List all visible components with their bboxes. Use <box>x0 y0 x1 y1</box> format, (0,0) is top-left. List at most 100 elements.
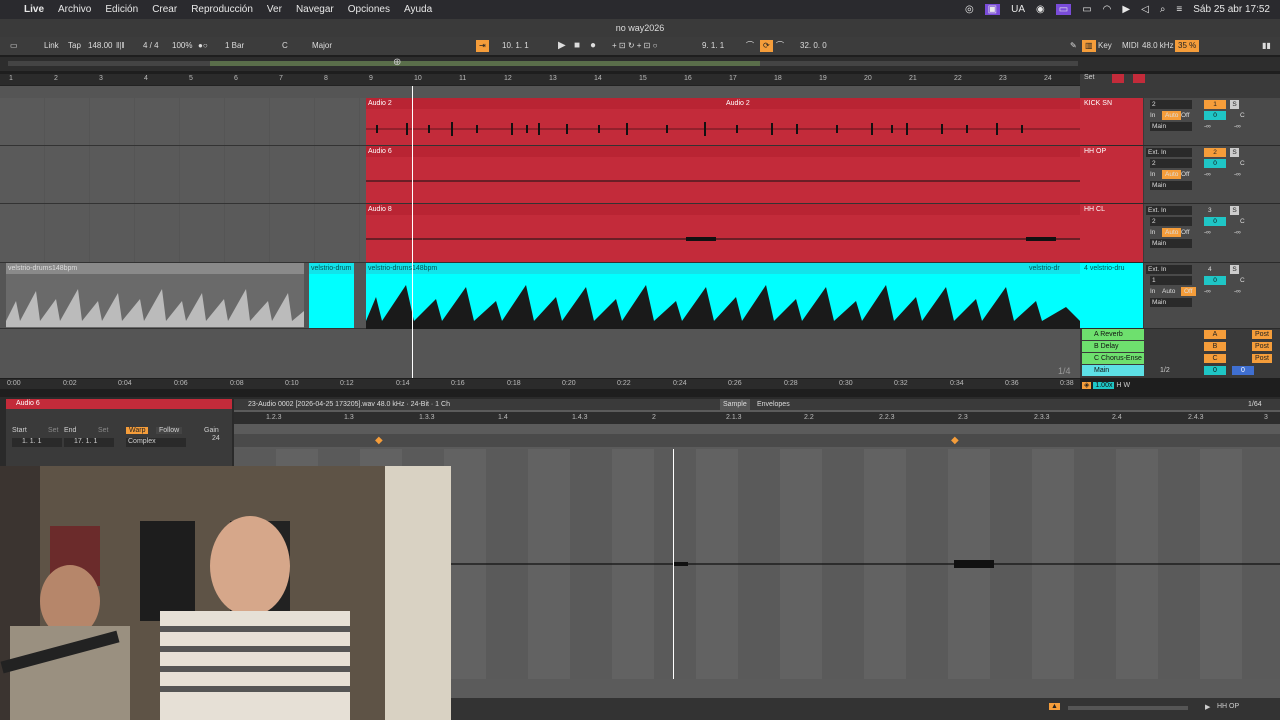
menu-reproduccion[interactable]: Reproducción <box>191 4 253 15</box>
solo-button[interactable]: S <box>1230 265 1239 274</box>
audio-clip[interactable]: Audio 2 Audio 2 <box>366 98 1080 145</box>
output-select[interactable]: Main <box>1150 181 1192 190</box>
stop-button[interactable]: ■ <box>574 40 580 52</box>
monitor-auto[interactable]: Auto <box>1162 287 1175 296</box>
monitor-auto[interactable]: Auto <box>1162 111 1182 120</box>
output-select[interactable]: Main <box>1150 298 1192 307</box>
volume-icon[interactable]: ◁ <box>1141 4 1149 15</box>
return-name[interactable]: B Delay <box>1082 341 1144 352</box>
playhead[interactable] <box>412 86 413 378</box>
track-lane-hh-op[interactable]: Audio 6 <box>0 146 1080 204</box>
master-name[interactable]: Main <box>1082 365 1144 376</box>
record-arm-icon[interactable] <box>1112 74 1124 83</box>
return-name[interactable]: A Reverb <box>1082 329 1144 340</box>
loop-button[interactable]: ⟳ <box>760 40 773 52</box>
return-track-a[interactable]: A Reverb A Post <box>1080 329 1280 340</box>
audio-clip[interactable]: velstrio-drum <box>309 263 354 328</box>
scroll-bar[interactable] <box>1068 706 1188 710</box>
return-letter[interactable]: A <box>1204 330 1226 339</box>
metronome-icon[interactable]: ‖|‖ <box>116 40 125 52</box>
end-set-button[interactable]: Set <box>98 427 109 434</box>
lang-indicator[interactable]: UA <box>1011 4 1025 15</box>
loop-start-field[interactable]: 9. 1. 1 <box>702 40 724 52</box>
monitor-in[interactable]: In <box>1150 228 1155 237</box>
monitor-in[interactable]: In <box>1150 287 1155 296</box>
pan-field[interactable]: C <box>1240 276 1245 285</box>
sample-playhead[interactable] <box>673 449 674 679</box>
track-header-hh-op[interactable]: HH OP Ext. In 2 S 2 0 C In Auto Off -∞ -… <box>1080 146 1280 204</box>
loop-length-field[interactable]: 32. 0. 0 <box>800 40 827 52</box>
volume-field[interactable]: 0 <box>1204 276 1226 285</box>
solo-button[interactable]: S <box>1230 148 1239 157</box>
send-a[interactable]: -∞ <box>1204 122 1211 131</box>
follow-icon[interactable]: ●○ <box>198 40 208 52</box>
arrangement-overview[interactable]: ⊕ <box>0 57 1280 71</box>
set-button[interactable]: Set <box>1084 74 1095 81</box>
stage-icon[interactable]: ▣ <box>984 4 1001 15</box>
menu-archivo[interactable]: Archivo <box>58 4 91 15</box>
clip-title[interactable]: Audio 6 <box>6 399 232 409</box>
monitor-auto[interactable]: Auto <box>1162 170 1182 179</box>
key-map-icon[interactable]: ▥ <box>1082 40 1096 52</box>
warp-button[interactable]: Warp <box>126 427 149 434</box>
menu-edicion[interactable]: Edición <box>105 4 138 15</box>
play-button[interactable]: ▶ <box>558 40 566 52</box>
monitor-auto[interactable]: Auto <box>1162 228 1182 237</box>
tab-sample[interactable]: Sample <box>720 399 750 410</box>
audio-clip[interactable]: velstrio-drums148bpm <box>6 263 304 328</box>
zoom-value[interactable]: 1.00x <box>1093 382 1115 389</box>
tap-button[interactable]: Tap <box>68 40 81 52</box>
punch-out-icon[interactable]: ⌒ <box>776 40 784 52</box>
track-name[interactable]: HH OP <box>1080 146 1143 203</box>
send-b[interactable]: -∞ <box>1234 287 1241 296</box>
output-select[interactable]: Main <box>1150 122 1192 131</box>
expand-icon[interactable]: ▶ <box>1205 703 1210 711</box>
battery-icon[interactable]: ▭ <box>1082 4 1091 15</box>
audio-clip[interactable]: Audio 8 <box>366 204 1080 262</box>
post-button[interactable]: Post <box>1252 330 1272 339</box>
master-volume[interactable]: 0 <box>1204 366 1226 375</box>
input-select[interactable]: 2 <box>1150 100 1192 109</box>
monitor-off[interactable]: Off <box>1181 111 1190 120</box>
clock[interactable]: Sáb 25 abr 17:52 <box>1193 4 1270 15</box>
return-letter[interactable]: B <box>1204 342 1226 351</box>
monitor-off[interactable]: Off <box>1181 228 1190 237</box>
overview-toggle-icon[interactable]: ▭ <box>10 40 18 52</box>
warp-marker-lane[interactable]: ◆ ◆ <box>234 434 1280 447</box>
zoom-magnifier-icon[interactable]: ⊕ <box>393 57 401 68</box>
warp-marker-icon[interactable]: ◆ <box>951 435 959 446</box>
control-center-icon[interactable]: ≡ <box>1176 4 1182 15</box>
solo-button[interactable]: S <box>1230 100 1239 109</box>
menu-app[interactable]: Live <box>24 4 44 15</box>
follow-button[interactable]: ⇥ <box>476 40 489 52</box>
key-button[interactable]: Key <box>1098 40 1112 52</box>
audio-clip[interactable]: velstrio-drums148bpm velstrio-dr <box>366 263 1080 329</box>
track-lane-kick-sn[interactable]: Audio 2 Audio 2 <box>0 98 1080 146</box>
menu-ayuda[interactable]: Ayuda <box>404 4 432 15</box>
channel-select[interactable]: 2 <box>1150 159 1192 168</box>
menu-opciones[interactable]: Opciones <box>348 4 390 15</box>
monitor-in[interactable]: In <box>1150 111 1155 120</box>
track-header-hh-cl[interactable]: HH CL Ext. In 3 S 2 0 C In Auto Off -∞ -… <box>1080 204 1280 263</box>
pan-field[interactable]: C <box>1240 217 1245 226</box>
menu-navegar[interactable]: Navegar <box>296 4 334 15</box>
tab-envelopes[interactable]: Envelopes <box>757 399 790 410</box>
track-name[interactable]: 4 velstrio-dru <box>1080 263 1143 328</box>
track-header-kick-sn[interactable]: KICK SN 2 1 S In Auto Off 0 C Main -∞ -∞ <box>1080 98 1280 146</box>
monitor-in[interactable]: In <box>1150 170 1155 179</box>
overdub-icon[interactable]: + ⊡ ↻ + ⊡ ○ <box>612 40 657 52</box>
io-icon[interactable]: ▮▮ <box>1262 40 1271 52</box>
scale-select[interactable]: Major <box>312 40 332 52</box>
mirror-icon[interactable]: ▭ <box>1055 4 1072 15</box>
volume-field[interactable]: 0 <box>1204 217 1226 226</box>
post-button[interactable]: Post <box>1252 354 1272 363</box>
punch-icon[interactable]: ⌒ <box>746 40 754 52</box>
monitor-off[interactable]: Off <box>1181 287 1196 296</box>
volume-field[interactable]: 0 <box>1204 159 1226 168</box>
input-select[interactable]: Ext. In <box>1146 148 1192 157</box>
input-select[interactable]: Ext. In <box>1146 206 1192 215</box>
channel-select[interactable]: 2 <box>1150 217 1192 226</box>
send-b[interactable]: -∞ <box>1234 170 1241 179</box>
track-lane-hh-cl[interactable]: Audio 8 <box>0 204 1080 263</box>
play-icon[interactable]: ▶ <box>1122 4 1130 15</box>
